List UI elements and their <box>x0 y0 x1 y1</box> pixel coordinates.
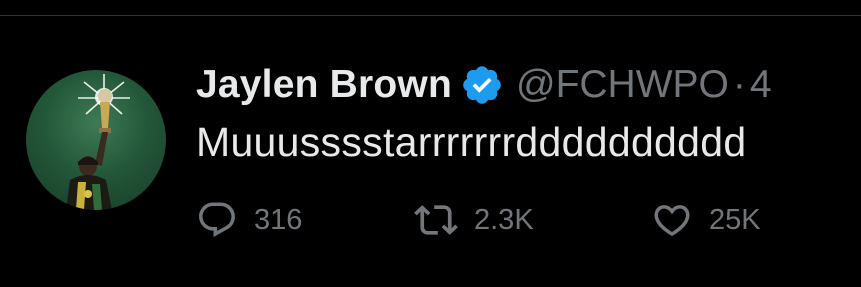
retweet-count: 2.3K <box>474 203 534 236</box>
like-button[interactable]: 25K <box>651 195 761 245</box>
top-divider <box>0 0 861 16</box>
timestamp[interactable]: 4 <box>750 63 772 107</box>
separator-dot: · <box>732 63 746 106</box>
tweet-header: Jaylen Brown @FCHWPO · 4 <box>196 61 772 109</box>
reply-icon <box>196 199 238 241</box>
avatar-image <box>66 74 130 210</box>
like-count: 25K <box>709 203 761 236</box>
reply-count: 316 <box>254 203 303 236</box>
verified-badge-icon <box>460 63 504 107</box>
tweet-text: Muuusssstarrrrrrrdddddddddd <box>196 119 747 165</box>
avatar[interactable] <box>26 70 166 210</box>
tweet[interactable]: Jaylen Brown @FCHWPO · 4 Muuusssstarrrrr… <box>0 17 861 287</box>
tweet-actions: 316 2.3K 25K <box>196 195 861 245</box>
reply-button[interactable]: 316 <box>196 195 302 245</box>
retweet-button[interactable]: 2.3K <box>414 195 534 245</box>
display-name[interactable]: Jaylen Brown <box>196 63 452 107</box>
handle[interactable]: @FCHWPO <box>516 63 729 107</box>
heart-icon <box>651 199 693 241</box>
retweet-icon <box>414 198 458 242</box>
